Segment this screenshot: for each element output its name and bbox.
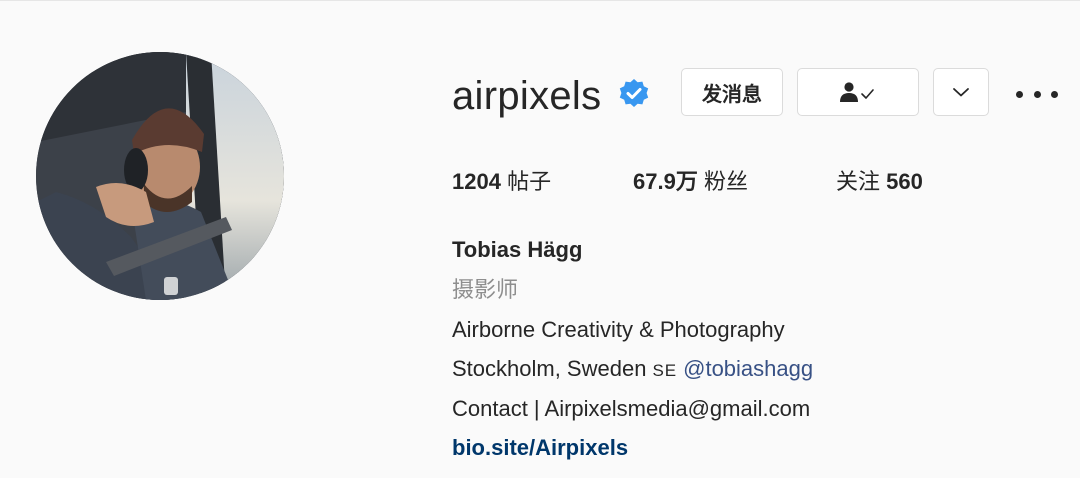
chevron-down-icon <box>953 88 969 97</box>
more-horizontal-icon <box>1016 90 1023 98</box>
profile-avatar[interactable] <box>36 52 284 300</box>
verified-badge-icon <box>619 79 649 107</box>
followers-value: 67.9万 <box>633 169 698 194</box>
avatar-photo <box>36 52 284 300</box>
following-button[interactable] <box>797 68 919 116</box>
bio-location-line: Stockholm, Sweden SE @tobiashagg <box>452 353 813 387</box>
location-text: Stockholm, Sweden <box>452 356 647 381</box>
message-button-label: 发消息 <box>702 83 762 106</box>
mention-link[interactable]: @tobiashagg <box>683 356 813 381</box>
person-check-icon <box>840 82 874 102</box>
full-name: Tobias Hägg <box>452 237 583 262</box>
more-horizontal-icon <box>1033 90 1041 98</box>
contact-line: Contact | Airpixelsmedia@gmail.com <box>452 396 811 421</box>
category-label: 摄影师 <box>452 277 519 302</box>
country-flag-text: SE <box>652 361 678 380</box>
message-button[interactable]: 发消息 <box>681 68 783 116</box>
more-horizontal-icon <box>1051 90 1058 98</box>
top-divider <box>0 0 1080 1</box>
bio-line: Airborne Creativity & Photography <box>452 317 785 342</box>
following-value: 560 <box>886 169 923 194</box>
more-options-button[interactable] <box>1016 80 1058 108</box>
following-label: 关注 <box>836 169 881 194</box>
posts-value: 1204 <box>452 169 501 194</box>
followers-count[interactable]: 67.9万 粉丝 <box>633 166 748 198</box>
following-count[interactable]: 关注 560 <box>836 166 923 198</box>
posts-count: 1204 帖子 <box>452 166 551 198</box>
posts-label: 帖子 <box>507 169 552 194</box>
profile-username: airpixels <box>452 74 602 118</box>
suggestions-dropdown-button[interactable] <box>933 68 989 116</box>
followers-label: 粉丝 <box>703 169 748 194</box>
external-link[interactable]: bio.site/Airpixels <box>452 432 628 464</box>
